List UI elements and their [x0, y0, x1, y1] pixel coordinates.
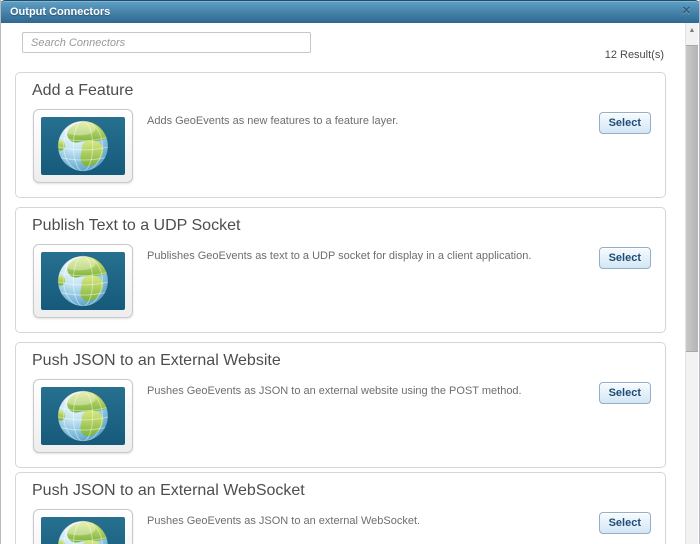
- connector-description: Adds GeoEvents as new features to a feat…: [147, 115, 399, 127]
- connector-thumbnail: [33, 379, 133, 453]
- select-button[interactable]: Select: [598, 112, 651, 134]
- connector-thumbnail: [33, 244, 133, 318]
- connector-description: Pushes GeoEvents as JSON to an external …: [147, 515, 421, 527]
- select-button[interactable]: Select: [598, 512, 651, 534]
- connector-thumbnail: [33, 509, 133, 544]
- close-icon[interactable]: ✕: [682, 1, 691, 22]
- connector-title: Publish Text to a UDP Socket: [32, 217, 241, 234]
- scroll-up-button[interactable]: ▲: [686, 23, 698, 39]
- connector-title: Add a Feature: [32, 82, 134, 99]
- globe-icon: [41, 517, 125, 544]
- select-button[interactable]: Select: [598, 382, 651, 404]
- up-arrow-icon: ▲: [688, 27, 696, 34]
- connector-title: Push JSON to an External WebSocket: [32, 482, 305, 499]
- connector-description: Publishes GeoEvents as text to a UDP soc…: [147, 250, 532, 262]
- globe-icon: [41, 387, 125, 445]
- scrollbar[interactable]: ▲: [685, 23, 698, 544]
- results-count: 12 Result(s): [604, 49, 664, 61]
- connector-thumbnail: [33, 109, 133, 183]
- globe-icon: [41, 252, 125, 310]
- connector-title: Push JSON to an External Website: [32, 352, 281, 369]
- connector-card: Add a Feature Adds GeoEvents as new feat…: [15, 72, 666, 198]
- output-connectors-dialog: Output Connectors ✕ 12 Result(s) Add a F…: [0, 0, 700, 544]
- globe-icon: [41, 117, 125, 175]
- connector-card: Push JSON to an External WebSocket Pushe…: [15, 472, 666, 544]
- select-button[interactable]: Select: [598, 247, 651, 269]
- dialog-title: Output Connectors: [10, 6, 111, 18]
- connector-card: Publish Text to a UDP Socket Publishes G…: [15, 207, 666, 333]
- search-input[interactable]: [22, 32, 311, 53]
- connector-card: Push JSON to an External Website Pushes …: [15, 342, 666, 468]
- dialog-titlebar[interactable]: Output Connectors ✕: [1, 0, 699, 23]
- scrollbar-thumb[interactable]: [686, 45, 698, 352]
- connector-description: Pushes GeoEvents as JSON to an external …: [147, 385, 522, 397]
